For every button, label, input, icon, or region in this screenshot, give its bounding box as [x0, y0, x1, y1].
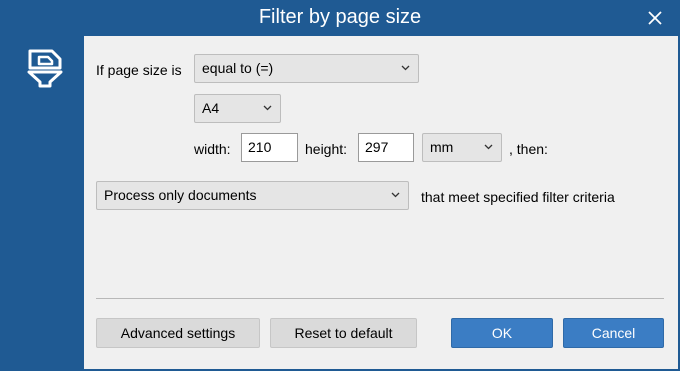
operator-dropdown[interactable]: equal to (=)	[194, 54, 419, 83]
height-field[interactable]: 297	[358, 133, 414, 162]
page-format-dropdown[interactable]: A4	[194, 94, 281, 123]
chevron-down-icon	[484, 144, 493, 150]
filter-page-icon	[26, 48, 66, 92]
divider	[96, 298, 664, 299]
chevron-down-icon	[401, 65, 410, 71]
width-label: width:	[194, 141, 231, 157]
chevron-down-icon	[263, 105, 272, 111]
dialog-title: Filter by page size	[258, 6, 422, 28]
action-value: Process only documents	[104, 187, 257, 203]
close-icon[interactable]	[644, 7, 666, 29]
cancel-button[interactable]: Cancel	[563, 318, 664, 348]
title-bar[interactable]: Filter by page size	[0, 0, 680, 36]
dialog-content: If page size is equal to (=) A4 width: 2…	[84, 36, 678, 369]
reset-to-default-button[interactable]: Reset to default	[270, 318, 417, 348]
chevron-down-icon	[391, 192, 400, 198]
then-label: , then:	[509, 141, 548, 157]
sidebar	[2, 36, 84, 369]
action-dropdown[interactable]: Process only documents	[96, 181, 409, 210]
page-format-value: A4	[202, 100, 220, 116]
dialog-window: Filter by page size If page size is equa…	[0, 0, 680, 371]
operator-value: equal to (=)	[202, 60, 274, 76]
advanced-settings-button[interactable]: Advanced settings	[96, 318, 260, 348]
unit-value: mm	[430, 139, 454, 155]
ok-button[interactable]: OK	[451, 318, 553, 348]
unit-dropdown[interactable]: mm	[422, 133, 502, 162]
width-field[interactable]: 210	[241, 133, 298, 162]
if-page-size-label: If page size is	[96, 62, 182, 78]
criteria-label: that meet specified filter criteria	[421, 189, 615, 205]
height-label: height:	[305, 141, 348, 157]
